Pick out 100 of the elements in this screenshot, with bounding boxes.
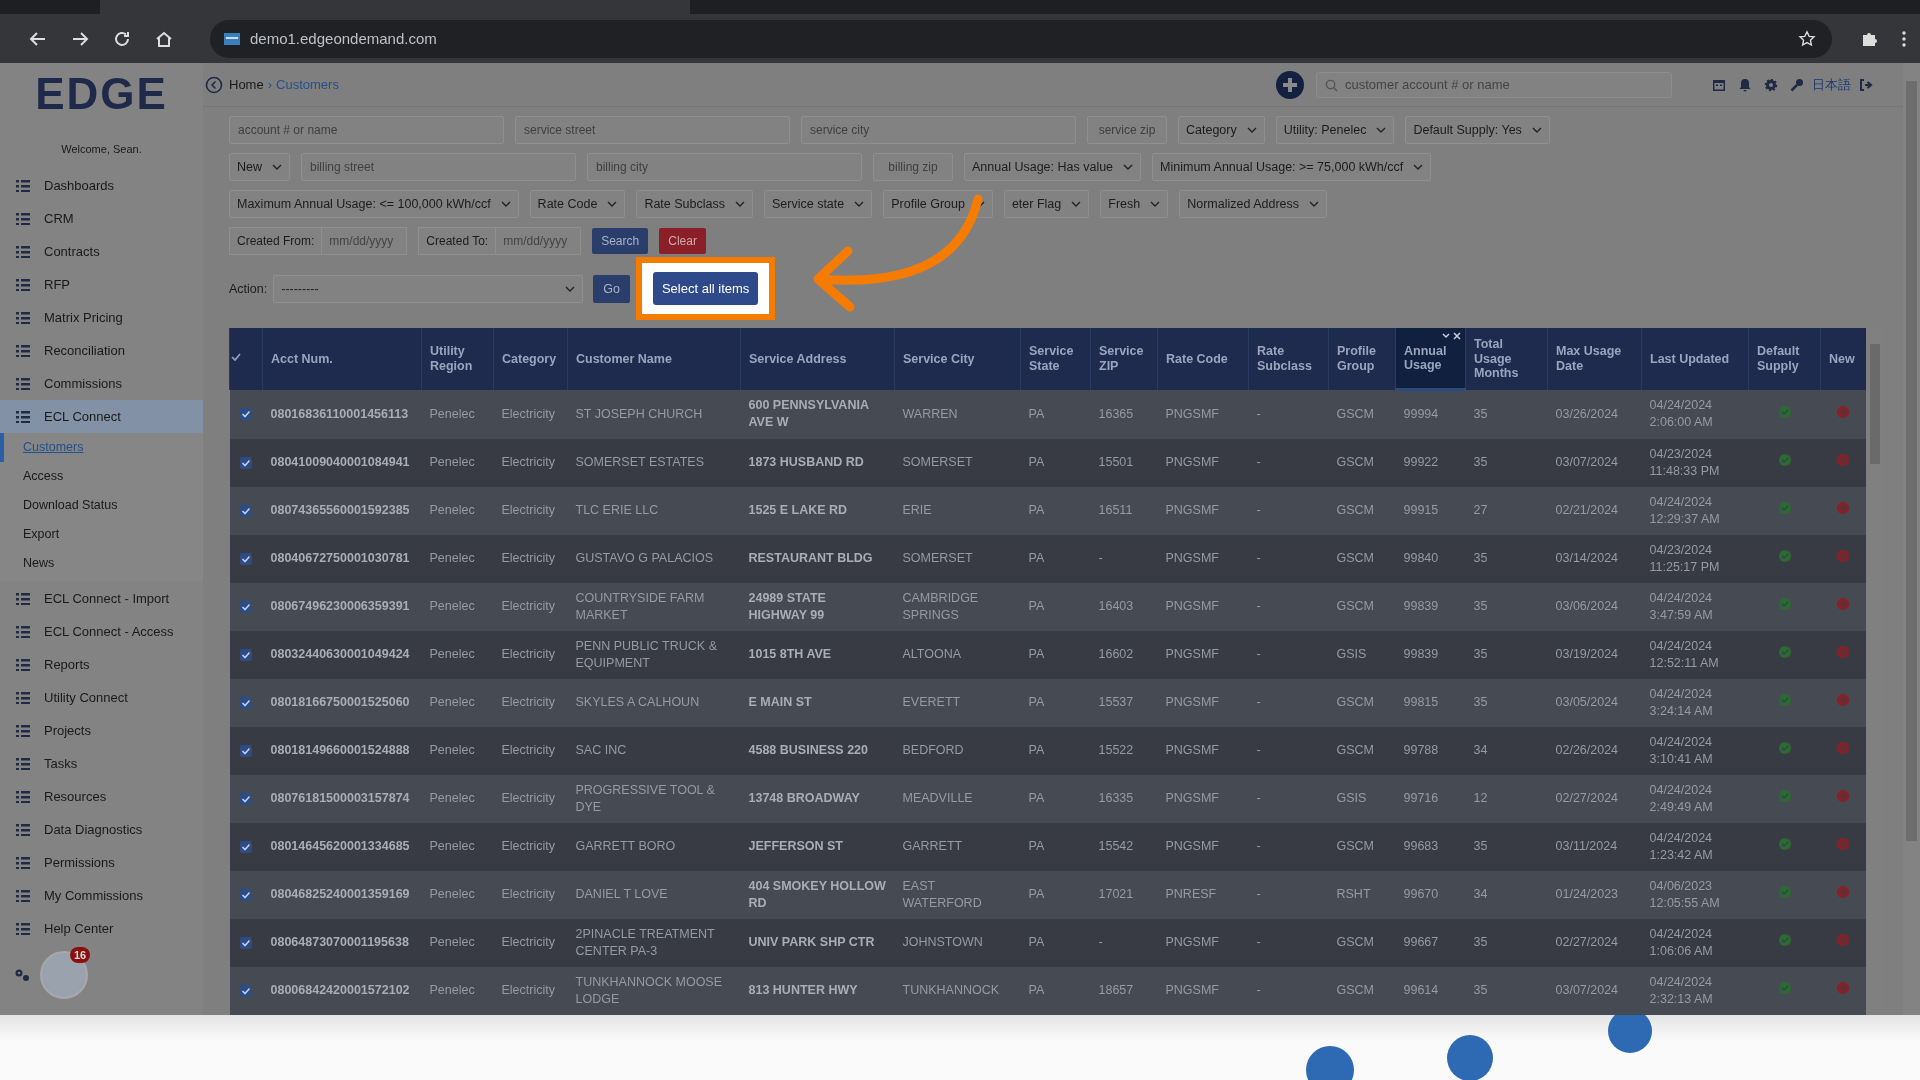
- sidebar-item[interactable]: CRM: [0, 202, 203, 235]
- filter-dropdown[interactable]: Category: [1178, 116, 1265, 144]
- sidebar-item[interactable]: Reconciliation: [0, 334, 203, 367]
- avatar[interactable]: [40, 951, 88, 999]
- column-header[interactable]: Acct Num.: [262, 328, 422, 390]
- bell-icon[interactable]: [1738, 77, 1752, 92]
- go-button[interactable]: Go: [593, 274, 630, 303]
- filter-dropdown[interactable]: Utility: Penelec: [1275, 116, 1395, 144]
- column-header[interactable]: Customer Name: [567, 328, 741, 390]
- add-icon[interactable]: [1276, 70, 1304, 99]
- sidebar-item[interactable]: Commissions: [0, 367, 203, 400]
- row-checkbox[interactable]: [240, 600, 252, 613]
- key-icon[interactable]: [1790, 77, 1804, 92]
- column-header[interactable]: Category: [493, 328, 568, 390]
- column-header[interactable]: Last Updated: [1641, 328, 1749, 390]
- sidebar-subitem[interactable]: Access: [0, 462, 203, 491]
- filter-dropdown[interactable]: Maximum Annual Usage: <= 100,000 kWh/ccf: [229, 190, 519, 218]
- filter-dropdown[interactable]: Annual Usage: Has value: [964, 153, 1142, 181]
- column-header[interactable]: Service ZIP: [1090, 328, 1158, 390]
- sidebar-item[interactable]: ECL Connect - Access: [0, 615, 203, 648]
- sidebar-item[interactable]: Tasks: [0, 747, 203, 780]
- column-header[interactable]: Max Usage Date: [1547, 328, 1642, 390]
- sidebar-subitem[interactable]: News: [0, 549, 203, 578]
- select-all-button[interactable]: Select all items: [652, 272, 759, 305]
- row-checkbox[interactable]: [240, 552, 252, 565]
- filter-field[interactable]: account # or name: [229, 116, 504, 144]
- sidebar-item[interactable]: RFP: [0, 268, 203, 301]
- date-field[interactable]: mm/dd/yyyy: [321, 227, 408, 255]
- row-checkbox[interactable]: [240, 408, 252, 421]
- search-button[interactable]: Search: [592, 228, 649, 254]
- star-icon[interactable]: [1798, 29, 1816, 48]
- column-header[interactable]: Default Supply: [1748, 328, 1821, 390]
- filter-dropdown[interactable]: New: [229, 153, 290, 181]
- column-header[interactable]: Annual Usage: [1395, 328, 1466, 390]
- breadcrumb-link[interactable]: Home: [229, 77, 264, 92]
- back-circle-icon[interactable]: [205, 75, 223, 94]
- check-icon[interactable]: [230, 351, 242, 364]
- row-checkbox[interactable]: [240, 696, 252, 709]
- column-header[interactable]: Utility Region: [421, 328, 494, 390]
- sidebar-item[interactable]: Permissions: [0, 846, 203, 879]
- row-checkbox[interactable]: [240, 984, 252, 997]
- column-header[interactable]: Rate Code: [1157, 328, 1249, 390]
- sidebar-item[interactable]: Resources: [0, 780, 203, 813]
- filter-dropdown[interactable]: Default Supply: Yes: [1405, 116, 1550, 144]
- filter-field[interactable]: service city: [801, 116, 1076, 144]
- column-header[interactable]: Service City: [894, 328, 1021, 390]
- action-dropdown[interactable]: ---------: [273, 274, 584, 303]
- column-header[interactable]: New: [1820, 328, 1866, 390]
- row-checkbox[interactable]: [240, 648, 252, 661]
- calendar-icon[interactable]: [1712, 77, 1726, 92]
- filter-field[interactable]: billing zip: [873, 153, 953, 181]
- row-checkbox[interactable]: [240, 888, 252, 901]
- sidebar-item[interactable]: My Commissions: [0, 879, 203, 912]
- column-header[interactable]: Service Address: [740, 328, 895, 390]
- filter-dropdown[interactable]: Minimum Annual Usage: >= 75,000 kWh/ccf: [1152, 153, 1432, 181]
- sidebar-item[interactable]: Projects: [0, 714, 203, 747]
- filter-dropdown[interactable]: Rate Code: [529, 190, 626, 218]
- row-checkbox[interactable]: [240, 456, 252, 469]
- column-header[interactable]: Profile Group: [1328, 328, 1396, 390]
- row-checkbox[interactable]: [240, 504, 252, 517]
- sidebar-item[interactable]: Dashboards: [0, 169, 203, 202]
- search-field[interactable]: customer account # or name: [1316, 71, 1672, 98]
- sidebar-item[interactable]: ECL Connect: [0, 400, 203, 433]
- filter-field[interactable]: service street: [515, 116, 790, 144]
- logout-icon[interactable]: [1859, 77, 1873, 92]
- row-checkbox[interactable]: [240, 840, 252, 853]
- sidebar-item[interactable]: Data Diagnostics: [0, 813, 203, 846]
- filter-field[interactable]: billing city: [587, 153, 862, 181]
- logo[interactable]: EDGE: [35, 71, 168, 117]
- sidebar-item[interactable]: Matrix Pricing: [0, 301, 203, 334]
- sidebar-item[interactable]: Utility Connect: [0, 681, 203, 714]
- filter-field[interactable]: service zip: [1087, 116, 1167, 144]
- gear-icon[interactable]: [14, 968, 30, 982]
- settings-icon[interactable]: [1764, 77, 1778, 92]
- column-header[interactable]: Service State: [1020, 328, 1091, 390]
- sidebar-item[interactable]: Help Center: [0, 912, 203, 945]
- row-checkbox[interactable]: [240, 936, 252, 949]
- close-icon[interactable]: [1452, 331, 1462, 341]
- chevron-down-icon[interactable]: [1441, 331, 1451, 341]
- page-scrollbar[interactable]: [1903, 63, 1920, 1015]
- filter-dropdown[interactable]: Normalized Address: [1179, 190, 1328, 218]
- address-bar[interactable]: demo1.edgeondemand.com: [210, 19, 1832, 58]
- language-link[interactable]: 日本語: [1812, 75, 1851, 94]
- filter-dropdown[interactable]: Service state: [764, 190, 873, 218]
- clear-button[interactable]: Clear: [659, 228, 706, 254]
- filter-field[interactable]: billing street: [301, 153, 576, 181]
- sidebar-item[interactable]: Reports: [0, 648, 203, 681]
- menu-icon[interactable]: [1902, 30, 1906, 47]
- date-field[interactable]: mm/dd/yyyy: [495, 227, 582, 255]
- filter-dropdown[interactable]: Profile Group: [883, 190, 993, 218]
- sidebar-item[interactable]: ECL Connect - Import: [0, 582, 203, 615]
- filter-dropdown[interactable]: Fresh: [1100, 190, 1169, 218]
- column-header[interactable]: Rate Subclass: [1248, 328, 1329, 390]
- sidebar-subitem[interactable]: Download Status: [0, 491, 203, 520]
- filter-dropdown[interactable]: Rate Subclass: [636, 190, 753, 218]
- row-checkbox[interactable]: [240, 792, 252, 805]
- column-header[interactable]: Total Usage Months: [1465, 328, 1548, 390]
- filter-dropdown[interactable]: eter Flag: [1003, 190, 1090, 218]
- sidebar-item[interactable]: Contracts: [0, 235, 203, 268]
- sidebar-subitem[interactable]: Export: [0, 520, 203, 549]
